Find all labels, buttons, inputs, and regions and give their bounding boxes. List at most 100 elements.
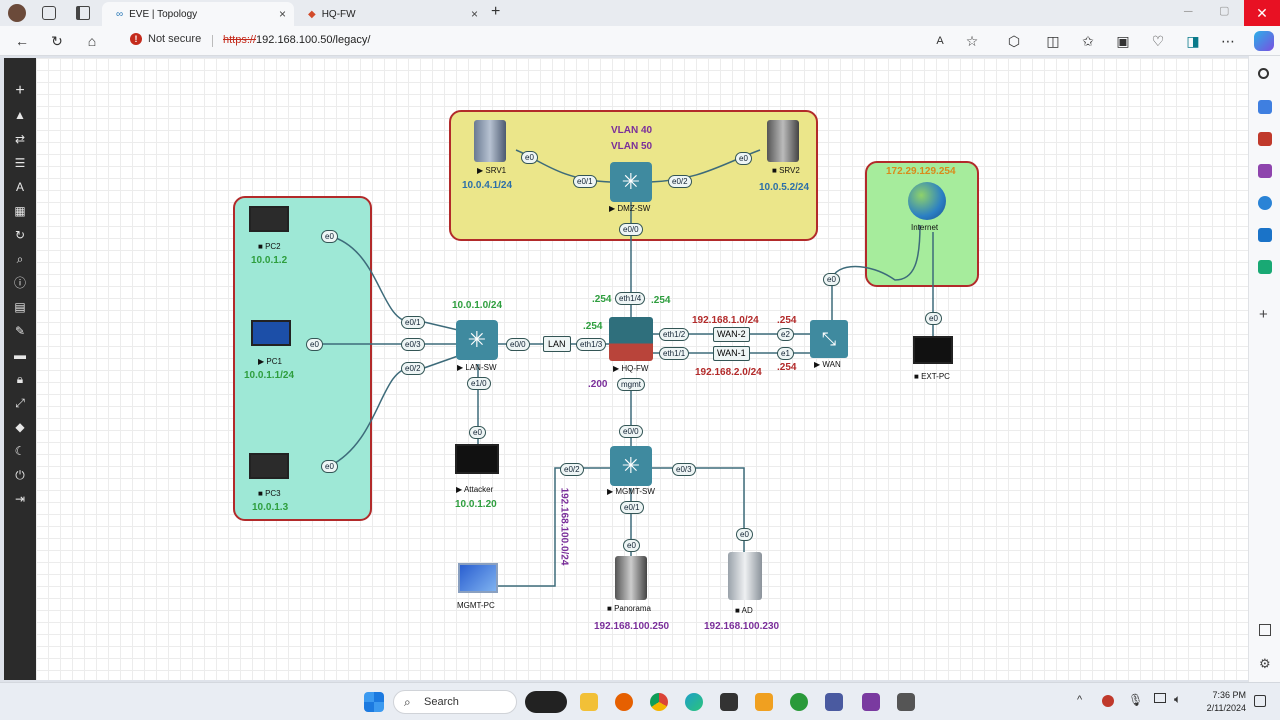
wan-router-icon[interactable]: ⤡ xyxy=(810,320,848,358)
lan-subnet: 10.0.1.0/24 xyxy=(452,300,503,311)
firefox-icon[interactable] xyxy=(615,693,633,711)
attacker-monitor-icon[interactable] xyxy=(455,444,499,474)
internet-globe-icon[interactable] xyxy=(908,182,946,220)
pc2-port-e0[interactable]: e0 xyxy=(321,230,338,243)
wan-port-e2[interactable]: e2 xyxy=(777,328,794,341)
wan2-tag[interactable]: WAN-2 xyxy=(713,327,750,342)
pc3-ip: 10.0.1.3 xyxy=(252,502,289,513)
pc3-monitor-icon[interactable] xyxy=(249,453,289,479)
extpc-monitor-icon[interactable] xyxy=(913,336,953,364)
windows-taskbar: ⌕ Search ^ 🎙︎ 🔈︎ 7:36 PM 2/11/2024 xyxy=(0,682,1280,720)
ad-server-icon[interactable] xyxy=(728,552,762,600)
panorama-server-icon[interactable] xyxy=(615,556,647,600)
panorama-label: ■ Panorama xyxy=(607,604,651,613)
panorama-ip: 192.168.100.250 xyxy=(594,621,670,632)
wan-net1: 192.168.1.0/24 xyxy=(692,315,759,326)
ad-port-e0[interactable]: e0 xyxy=(736,528,753,541)
clock-time: 7:36 PM xyxy=(1212,690,1246,700)
app-icon-2[interactable] xyxy=(790,693,808,711)
attacker-ip: 10.0.1.20 xyxy=(455,499,497,510)
vlan50-label: VLAN 50 xyxy=(611,141,653,152)
ad-label: ■ AD xyxy=(735,606,753,615)
lan-sw-port-e01[interactable]: e0/1 xyxy=(401,316,425,329)
terminal-icon[interactable] xyxy=(720,693,738,711)
network-icon[interactable] xyxy=(1154,693,1166,703)
attacker-label: ▶ Attacker xyxy=(456,485,494,494)
fw-addr-eth14-left: .254 xyxy=(592,294,612,305)
mgmt-sw-port-e00[interactable]: e0/0 xyxy=(619,425,643,438)
fw-addr-mgmt: .200 xyxy=(588,379,608,390)
wan1-tag[interactable]: WAN-1 xyxy=(713,346,750,361)
clock-date: 2/11/2024 xyxy=(1206,703,1246,713)
lan-switch-icon[interactable]: ✳ xyxy=(456,320,498,360)
wan-port-e0[interactable]: e0 xyxy=(823,273,840,286)
mgmtpc-monitor-icon[interactable] xyxy=(458,563,498,593)
fw-port-mgmt[interactable]: mgmt xyxy=(617,378,645,391)
extpc-port-e0[interactable]: e0 xyxy=(925,312,942,325)
tray-app-icon[interactable] xyxy=(1102,695,1114,707)
taskbar-clock[interactable]: 7:36 PM 2/11/2024 xyxy=(1200,689,1246,715)
fw-port-eth14[interactable]: eth1/4 xyxy=(615,292,646,305)
widgets-icon[interactable] xyxy=(525,691,567,713)
lan-sw-port-e10[interactable]: e1/0 xyxy=(467,377,491,390)
lan-sw-name: LAN-SW xyxy=(465,363,497,372)
dmz-sw-port-e01[interactable]: e0/1 xyxy=(573,175,597,188)
app-icon-1[interactable] xyxy=(755,693,773,711)
dmz-sw-label: ▶ DMZ-SW xyxy=(609,204,651,213)
extpc-label: ■ EXT-PC xyxy=(914,372,950,381)
hq-fw-name: HQ-FW xyxy=(621,364,649,373)
taskbar-search[interactable]: ⌕ Search xyxy=(393,690,517,714)
link-pc2-lansw xyxy=(329,235,411,323)
file-explorer-icon[interactable] xyxy=(580,693,598,711)
server-srv2[interactable] xyxy=(767,120,799,162)
app-icon-3[interactable] xyxy=(825,693,843,711)
pc1-monitor-icon[interactable] xyxy=(251,320,291,346)
pc1-port-e0[interactable]: e0 xyxy=(306,338,323,351)
attacker-port-e0[interactable]: e0 xyxy=(469,426,486,439)
wan-h2: .254 xyxy=(777,362,797,373)
dmz-sw-port-e02[interactable]: e0/2 xyxy=(668,175,692,188)
chrome-icon[interactable] xyxy=(650,693,668,711)
lan-sw-port-e00[interactable]: e0/0 xyxy=(506,338,530,351)
mgmtpc-label: MGMT-PC xyxy=(457,601,495,610)
wan-port-e1[interactable]: e1 xyxy=(777,347,794,360)
fw-addr-eth14-right: .254 xyxy=(651,295,671,306)
lan-sw-port-e03[interactable]: e0/3 xyxy=(401,338,425,351)
fw-port-eth12[interactable]: eth1/2 xyxy=(659,328,690,341)
srv2-port-e0[interactable]: e0 xyxy=(735,152,752,165)
lan-network-tag[interactable]: LAN xyxy=(543,336,571,352)
pc3-port-e0[interactable]: e0 xyxy=(321,460,338,473)
pc3-name: PC3 xyxy=(265,489,281,498)
fw-port-eth13[interactable]: eth1/3 xyxy=(576,338,607,351)
dmz-sw-name: DMZ-SW xyxy=(617,204,651,213)
server-srv1[interactable] xyxy=(474,120,506,162)
lan-sw-port-e02[interactable]: e0/2 xyxy=(401,362,425,375)
internet-ip: 172.29.129.254 xyxy=(886,166,956,177)
dmz-sw-port-e00[interactable]: e0/0 xyxy=(619,223,643,236)
panorama-port-e0[interactable]: e0 xyxy=(623,539,640,552)
mgmt-sw-port-e03[interactable]: e0/3 xyxy=(672,463,696,476)
pc3-label: ■ PC3 xyxy=(258,489,281,498)
link-mgmtsw-mgmtpc xyxy=(498,467,610,587)
pc1-ip: 10.0.1.1/24 xyxy=(244,370,295,381)
dmz-switch-icon[interactable]: ✳ xyxy=(610,162,652,202)
mgmt-switch-icon[interactable]: ✳ xyxy=(610,446,652,486)
wan-net2: 192.168.2.0/24 xyxy=(695,367,762,378)
edge-icon[interactable] xyxy=(685,693,703,711)
srv1-port-e0[interactable]: e0 xyxy=(521,151,538,164)
volume-icon[interactable]: 🔈︎ xyxy=(1174,692,1181,707)
mgmt-sw-port-e01[interactable]: e0/1 xyxy=(620,501,644,514)
pc2-ip: 10.0.1.2 xyxy=(251,255,288,266)
fw-addr-eth13: .254 xyxy=(583,321,603,332)
firewall-icon[interactable] xyxy=(609,317,653,361)
microphone-icon[interactable]: 🎙︎ xyxy=(1128,693,1143,707)
pc2-monitor-icon[interactable] xyxy=(249,206,289,232)
app-icon-4[interactable] xyxy=(862,693,880,711)
pc2-label: ■ PC2 xyxy=(258,242,281,251)
app-icon-5[interactable] xyxy=(897,693,915,711)
tray-chevron-icon[interactable]: ^ xyxy=(1077,694,1082,706)
fw-port-eth11[interactable]: eth1/1 xyxy=(659,347,690,360)
start-windows-icon[interactable] xyxy=(364,692,384,712)
notification-icon[interactable] xyxy=(1254,695,1266,707)
attacker-name: Attacker xyxy=(463,485,494,494)
